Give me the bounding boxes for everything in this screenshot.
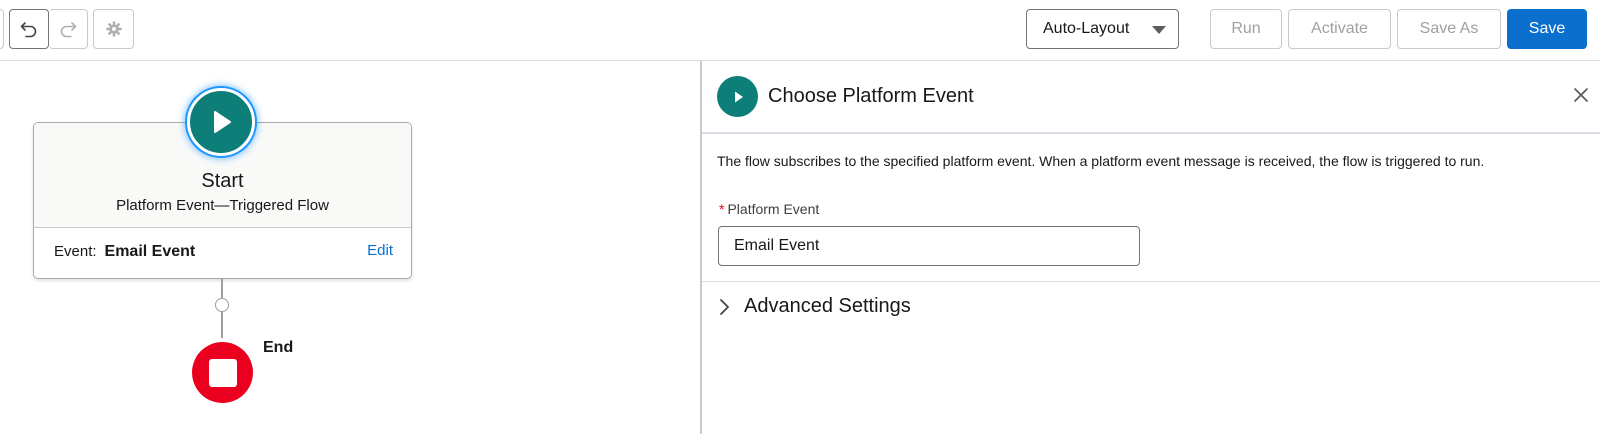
edit-event-link[interactable]: Edit <box>367 242 393 259</box>
settings-button[interactable] <box>93 9 134 49</box>
stop-icon <box>208 358 237 387</box>
event-row: Event: Email Event <box>54 243 195 261</box>
undo-icon <box>20 22 37 38</box>
start-icon <box>717 76 758 117</box>
end-label: End <box>263 339 294 356</box>
start-title: Start <box>201 170 244 192</box>
start-subtitle: Platform Event—Triggered Flow <box>116 197 329 214</box>
advanced-settings-label: Advanced Settings <box>744 295 911 317</box>
connector-line <box>221 279 223 298</box>
panel-title: Choose Platform Event <box>768 85 974 107</box>
connector-line <box>221 312 223 338</box>
platform-event-label-text: Platform Event <box>727 201 820 217</box>
layout-mode-value: Auto-Layout <box>1043 20 1130 37</box>
platform-event-label: * Platform Event <box>719 201 819 217</box>
save-as-button[interactable]: Save As <box>1397 9 1501 49</box>
redo-button[interactable] <box>49 9 88 49</box>
play-icon <box>214 111 231 133</box>
toolbar: Auto-Layout Run Activate Save As Save <box>0 0 1600 61</box>
activate-button[interactable]: Activate <box>1288 9 1391 49</box>
event-value: Email Event <box>104 243 196 260</box>
toolbar-button-partial[interactable] <box>0 9 4 49</box>
advanced-settings-toggle[interactable]: Advanced Settings <box>718 295 911 318</box>
chevron-down-icon <box>1152 26 1166 34</box>
platform-event-input[interactable]: Email Event <box>718 226 1140 266</box>
panel-header: Choose Platform Event <box>702 61 1600 134</box>
chevron-right-icon <box>720 298 729 315</box>
run-button[interactable]: Run <box>1210 9 1282 49</box>
property-panel: Choose Platform Event The flow subscribe… <box>700 61 1600 434</box>
flow-canvas[interactable]: Start Platform Event—Triggered Flow Even… <box>0 61 700 434</box>
section-divider <box>702 281 1600 282</box>
panel-description: The flow subscribes to the specified pla… <box>717 153 1485 169</box>
start-node[interactable] <box>187 88 255 156</box>
play-icon <box>734 91 743 102</box>
close-panel-button[interactable] <box>1569 83 1593 107</box>
add-element-connector[interactable] <box>215 298 229 312</box>
undo-button[interactable] <box>9 9 49 49</box>
event-label: Event: <box>54 243 97 260</box>
required-marker: * <box>719 201 725 217</box>
redo-icon <box>60 22 77 38</box>
end-node[interactable] <box>192 342 253 403</box>
layout-mode-select[interactable]: Auto-Layout <box>1026 9 1179 49</box>
gear-icon <box>105 21 122 37</box>
close-icon <box>1574 88 1588 102</box>
save-button[interactable]: Save <box>1507 9 1587 49</box>
